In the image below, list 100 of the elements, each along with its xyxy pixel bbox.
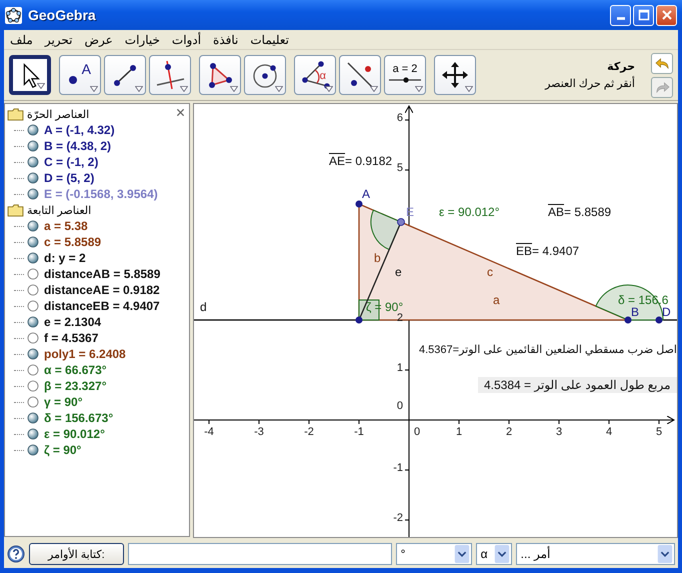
object-label: d	[200, 300, 207, 314]
filled-ball-icon[interactable]	[27, 172, 39, 184]
object-label: e	[395, 265, 402, 279]
object-label: D	[662, 305, 671, 319]
menu-item[interactable]: تعليمات	[250, 32, 289, 46]
algebra-item[interactable]: e = 2.1304	[44, 315, 102, 329]
dropdown[interactable]: °	[396, 543, 472, 565]
dropdown[interactable]: أمر ...	[516, 543, 675, 565]
point-marker[interactable]	[356, 200, 362, 208]
algebra-item[interactable]: α = 66.673°	[44, 363, 107, 377]
algebra-item[interactable]: B = (4.38, 2)	[44, 139, 112, 153]
dropdown[interactable]: α	[476, 543, 512, 565]
algebra-item[interactable]: ε = 90.012°	[44, 427, 105, 441]
filled-ball-icon[interactable]	[27, 444, 39, 456]
minimize-button[interactable]	[610, 4, 631, 26]
point-marker[interactable]	[656, 316, 662, 324]
filled-ball-icon[interactable]	[27, 156, 39, 168]
axis-tick-label: 0	[396, 400, 403, 412]
menu-item[interactable]: تحرير	[44, 32, 72, 46]
help-icon[interactable]	[7, 545, 25, 563]
point-marker[interactable]	[397, 218, 405, 226]
algebra-item[interactable]: γ = 90°	[44, 395, 82, 409]
filled-ball-icon[interactable]	[27, 140, 39, 152]
point-tool-button[interactable]: A	[59, 55, 101, 95]
angle-tool-button[interactable]: α	[294, 55, 336, 95]
axis-tick-label: 3	[556, 426, 562, 438]
filled-ball-icon[interactable]	[27, 412, 39, 424]
perpendicular-tool-button[interactable]	[149, 55, 191, 95]
maximize-button[interactable]	[633, 4, 654, 26]
empty-circle-icon[interactable]	[27, 396, 39, 408]
axis-tick-label: -2	[393, 512, 403, 524]
algebra-item[interactable]: a = 5.38	[44, 219, 88, 233]
algebra-item[interactable]: ζ = 90°	[44, 443, 82, 457]
algebra-item[interactable]: C = (-1, 2)	[44, 155, 98, 169]
dropdown-triangle-icon	[180, 86, 188, 92]
algebra-item[interactable]: distanceAE = 0.9182	[44, 283, 160, 297]
filled-ball-icon[interactable]	[27, 252, 39, 264]
folder-icon[interactable]	[7, 204, 24, 216]
algebra-item[interactable]: distanceEB = 4.9407	[44, 299, 160, 313]
close-icon[interactable]	[176, 108, 185, 117]
dropdown-triangle-icon	[135, 86, 143, 92]
menu-item[interactable]: نافذة	[213, 32, 238, 46]
command-button[interactable]: كتابة الأوامر:	[29, 543, 124, 565]
filled-ball-icon[interactable]	[27, 236, 39, 248]
algebra-item[interactable]: distanceAB = 5.8589	[44, 267, 160, 281]
input-field[interactable]	[128, 543, 392, 565]
close-icon	[660, 9, 672, 21]
empty-circle-icon[interactable]	[27, 380, 39, 392]
algebra-item[interactable]: c = 5.8589	[44, 235, 102, 249]
filled-ball-icon[interactable]	[27, 348, 39, 360]
axis-tick-label: -2	[304, 426, 314, 438]
object-label: A	[362, 187, 370, 201]
empty-circle-icon[interactable]	[27, 300, 39, 312]
slider-label: a = 2	[392, 64, 418, 74]
move-tool-button[interactable]	[9, 55, 51, 95]
empty-circle-icon[interactable]	[27, 268, 39, 280]
filled-ball-icon[interactable]	[27, 124, 39, 136]
filled-ball-icon[interactable]	[27, 220, 39, 232]
window-title: GeoGebra	[28, 7, 97, 23]
circle-tool-button[interactable]	[244, 55, 286, 95]
algebra-item[interactable]: d: y = 2	[44, 251, 86, 265]
empty-circle-icon[interactable]	[27, 364, 39, 376]
menu-item[interactable]: خيارات	[124, 32, 160, 46]
empty-circle-icon[interactable]	[27, 284, 39, 296]
menu-item[interactable]: أدوات	[172, 32, 202, 46]
filled-ball-icon[interactable]	[27, 428, 39, 440]
axis-tick-label: 5	[656, 426, 662, 438]
axis-tick-label: 2	[506, 426, 512, 438]
point-marker[interactable]	[356, 316, 362, 324]
text-caption: اصل ضرب مسقطي الضلعين القائمين على الوتر=4.5367	[419, 343, 677, 357]
segment-tool-button[interactable]	[104, 55, 146, 95]
algebra-item[interactable]: β = 23.327°	[44, 379, 107, 393]
undo-button[interactable]	[651, 52, 673, 74]
minimize-icon	[616, 17, 624, 20]
algebra-item[interactable]: D = (5, 2)	[44, 171, 94, 185]
empty-circle-icon[interactable]	[27, 332, 39, 344]
slider-tool-button[interactable]: a = 2	[384, 55, 426, 95]
menu-item[interactable]: ملف	[10, 32, 33, 46]
dropdown-triangle-icon	[37, 83, 45, 89]
length-label: EB= 4.9407	[516, 244, 580, 258]
move-view-tool-button[interactable]	[434, 55, 476, 95]
filled-ball-icon[interactable]	[27, 188, 39, 200]
algebra-item[interactable]: A = (-1, 4.32)	[44, 123, 115, 137]
algebra-item[interactable]: poly1 = 6.2408	[44, 347, 126, 361]
axis-tick-label: 5	[396, 162, 403, 174]
close-button[interactable]	[656, 4, 677, 26]
point-marker[interactable]	[624, 316, 632, 324]
point-letter: A	[82, 61, 91, 77]
menu-item[interactable]: عرض	[84, 32, 113, 46]
folder-icon[interactable]	[7, 108, 24, 120]
filled-ball-icon[interactable]	[27, 316, 39, 328]
reflect-tool-button[interactable]	[339, 55, 381, 95]
axis-tick-label: -4	[204, 426, 214, 438]
dropdown-triangle-icon	[415, 86, 423, 92]
polygon-tool-button[interactable]	[199, 55, 241, 95]
object-label: c	[487, 265, 493, 279]
algebra-item[interactable]: E = (-0.1568, 3.9564)	[44, 187, 158, 201]
app-logo-icon	[5, 6, 22, 24]
algebra-item[interactable]: f = 4.5367	[44, 331, 98, 345]
algebra-item[interactable]: δ = 156.673°	[44, 411, 114, 425]
